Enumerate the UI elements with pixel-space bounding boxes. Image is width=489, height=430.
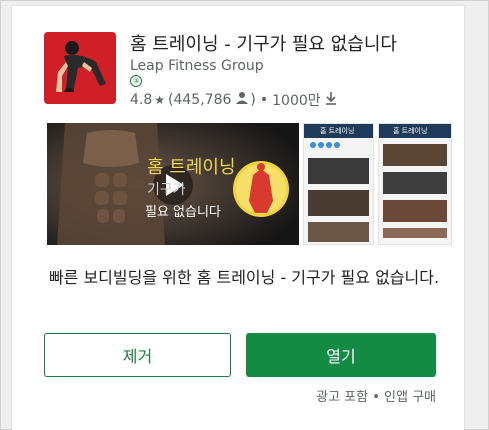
video-title-line1: 홈 트레이닝 [147, 157, 236, 178]
screenshot-1[interactable]: 홈 트레이닝 [303, 123, 374, 245]
app-title[interactable]: 홈 트레이닝 - 기구가 필요 없습니다 [130, 30, 460, 56]
person-icon [235, 91, 249, 109]
promo-video[interactable]: 홈 트레이닝 기구가 필요 없습니다 [47, 123, 299, 245]
app-card: 홈 트레이닝 - 기구가 필요 없습니다 Leap Fitness Group … [12, 6, 464, 430]
rating-value: 4.8 [130, 92, 153, 108]
app-description: 빠른 보디빌딩을 위한 홈 트레이닝 - 기구가 필요 없습니다. [48, 268, 440, 287]
screenshot-1-tile-3 [308, 222, 369, 242]
review-count: (445,786 [168, 92, 232, 108]
video-title-line2: 기구가 [147, 182, 186, 198]
screenshot-1-dots [304, 138, 373, 152]
ads-iap-note: 광고 포함 • 인앱 구매 [316, 390, 436, 405]
pushup-app-icon[interactable] [44, 32, 116, 104]
screenshot-1-header: 홈 트레이닝 [304, 124, 373, 138]
remove-button[interactable]: 제거 [44, 333, 231, 377]
review-count-close: ) [250, 92, 256, 108]
video-title-line3: 필요 없습니다 [145, 205, 221, 220]
install-count: 1000만 [272, 93, 321, 109]
screenshot-1-tile-1 [308, 158, 369, 184]
screenshot-1-tile-2 [308, 190, 369, 216]
separator-dot: • [259, 92, 269, 108]
content-rating-badge: ③ [130, 75, 142, 87]
screenshot-2-tile-1 [383, 144, 447, 166]
screenshot-2-header: 홈 트레이닝 [379, 124, 451, 138]
app-stats: 4.8 ★ (445,786 ) • 1000만 [130, 90, 337, 110]
screenshot-2-tile-3 [383, 200, 447, 222]
star-icon: ★ [154, 93, 166, 107]
download-icon [325, 91, 337, 109]
screenshot-2[interactable]: 홈 트레이닝 [378, 123, 452, 245]
open-button[interactable]: 열기 [246, 333, 436, 377]
screenshot-2-tile-2 [383, 172, 447, 194]
screenshot-2-tile-4 [383, 228, 447, 238]
developer-name[interactable]: Leap Fitness Group [130, 58, 264, 74]
